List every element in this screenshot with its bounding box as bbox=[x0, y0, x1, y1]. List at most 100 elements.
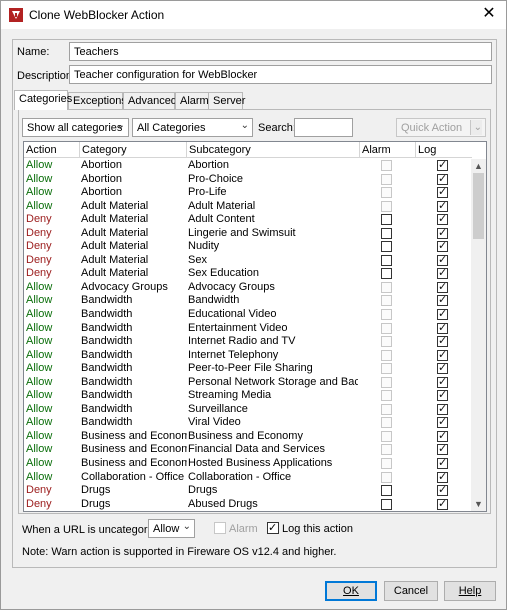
row-log-checkbox[interactable]: ✓ bbox=[437, 416, 448, 429]
row-log-checkbox[interactable]: ✓ bbox=[437, 213, 448, 226]
table-row[interactable]: Allow Bandwidth Internet Telephony ✓ bbox=[24, 349, 472, 363]
row-log-checkbox[interactable]: ✓ bbox=[437, 186, 448, 199]
column-header-action[interactable]: Action bbox=[24, 142, 80, 158]
cancel-button[interactable]: Cancel bbox=[384, 581, 438, 601]
tab-advanced[interactable]: Advanced bbox=[123, 92, 177, 109]
tab-server[interactable]: Server bbox=[208, 92, 245, 109]
table-row[interactable]: Allow Bandwidth Entertainment Video ✓ bbox=[24, 322, 472, 336]
table-row[interactable]: Allow Business and Economy Business and Ec… bbox=[24, 430, 472, 444]
row-log-checkbox[interactable]: ✓ bbox=[437, 484, 448, 497]
row-action[interactable]: Allow bbox=[26, 416, 81, 430]
name-field[interactable]: Teachers bbox=[69, 42, 492, 61]
row-log-checkbox[interactable]: ✓ bbox=[437, 389, 448, 402]
table-row[interactable]: Allow Business and Economy Financial Data … bbox=[24, 443, 472, 457]
row-action[interactable]: Allow bbox=[26, 173, 81, 187]
row-log-checkbox[interactable]: ✓ bbox=[437, 403, 448, 415]
row-action[interactable]: Deny bbox=[26, 227, 81, 241]
table-row[interactable]: Allow Abortion Abortion ✓ bbox=[24, 159, 472, 173]
row-log-checkbox[interactable]: ✓ bbox=[437, 471, 448, 483]
row-action[interactable]: Allow bbox=[26, 430, 81, 444]
row-action[interactable]: Deny bbox=[26, 498, 81, 511]
row-action[interactable]: Deny bbox=[26, 213, 81, 227]
table-row[interactable]: Allow Bandwidth Educational Video ✓ bbox=[24, 308, 472, 322]
row-log-checkbox[interactable]: ✓ bbox=[437, 200, 448, 212]
row-action[interactable]: Allow bbox=[26, 457, 81, 471]
scrollbar-thumb[interactable] bbox=[473, 173, 484, 239]
row-log-checkbox[interactable]: ✓ bbox=[437, 322, 448, 334]
search-input[interactable] bbox=[294, 118, 353, 137]
table-row[interactable]: Allow Bandwidth Bandwidth ✓ bbox=[24, 294, 472, 308]
row-action[interactable]: Allow bbox=[26, 200, 81, 214]
table-row[interactable]: Allow Business and Economy Hosted Business… bbox=[24, 457, 472, 471]
table-row[interactable]: Allow Bandwidth Peer-to-Peer File Sharing ✓ bbox=[24, 362, 472, 376]
column-header-subcategory[interactable]: Subcategory bbox=[187, 142, 360, 158]
ok-button[interactable]: OK bbox=[325, 581, 377, 601]
show-categories-dropdown[interactable]: Show all categories ⌄ bbox=[22, 118, 129, 137]
row-action[interactable]: Allow bbox=[26, 471, 81, 485]
table-row[interactable]: Deny Adult Material Sex Education ✓ bbox=[24, 267, 472, 281]
help-button[interactable]: Help bbox=[444, 581, 496, 601]
table-row[interactable]: Deny Adult Material Sex ✓ bbox=[24, 254, 472, 268]
row-log-checkbox[interactable]: ✓ bbox=[437, 227, 448, 239]
row-alarm-checkbox[interactable] bbox=[381, 498, 392, 510]
table-row[interactable]: Allow Bandwidth Personal Network Storage a… bbox=[24, 376, 472, 390]
table-row[interactable]: Allow Bandwidth Internet Radio and TV ✓ bbox=[24, 335, 472, 349]
row-alarm-checkbox[interactable] bbox=[381, 485, 392, 497]
table-row[interactable]: Allow Advocacy Groups Advocacy Groups ✓ bbox=[24, 281, 472, 295]
row-action[interactable]: Allow bbox=[26, 294, 81, 308]
row-action[interactable]: Allow bbox=[26, 349, 81, 363]
column-header-category[interactable]: Category bbox=[80, 142, 187, 158]
scroll-up-icon[interactable]: ▲ bbox=[471, 159, 486, 173]
row-action[interactable]: Allow bbox=[26, 281, 81, 295]
log-this-action-checkbox[interactable]: ✓ bbox=[267, 522, 279, 534]
table-row[interactable]: Allow Bandwidth Streaming Media ✓ bbox=[24, 389, 472, 403]
category-filter-dropdown[interactable]: All Categories ⌄ bbox=[132, 118, 253, 137]
row-action[interactable]: Deny bbox=[26, 240, 81, 254]
tab-exceptions[interactable]: Exceptions bbox=[68, 92, 127, 109]
row-action[interactable]: Allow bbox=[26, 376, 81, 390]
table-row[interactable]: Allow Abortion Pro-Choice ✓ bbox=[24, 173, 472, 187]
column-header-alarm[interactable]: Alarm bbox=[360, 142, 416, 158]
table-row[interactable]: Deny Adult Material Adult Content ✓ bbox=[24, 213, 472, 227]
row-log-checkbox[interactable]: ✓ bbox=[437, 173, 448, 185]
table-row[interactable]: Deny Adult Material Nudity ✓ bbox=[24, 240, 472, 254]
row-action[interactable]: Allow bbox=[26, 186, 81, 200]
row-log-checkbox[interactable]: ✓ bbox=[437, 308, 448, 321]
table-row[interactable]: Allow Adult Material Adult Material ✓ bbox=[24, 200, 472, 214]
scroll-down-icon[interactable]: ▼ bbox=[471, 497, 486, 511]
row-log-checkbox[interactable]: ✓ bbox=[437, 430, 448, 442]
table-row[interactable]: Deny Drugs Abused Drugs ✓ bbox=[24, 498, 472, 511]
uncategorized-action-dropdown[interactable]: Allow ⌄ bbox=[148, 519, 195, 538]
tab-alarm[interactable]: Alarm bbox=[175, 92, 209, 109]
row-log-checkbox[interactable]: ✓ bbox=[437, 376, 448, 388]
table-row[interactable]: Allow Bandwidth Viral Video ✓ bbox=[24, 416, 472, 430]
row-log-checkbox[interactable]: ✓ bbox=[437, 335, 448, 348]
tab-categories[interactable]: Categories bbox=[14, 90, 72, 110]
row-action[interactable]: Allow bbox=[26, 308, 81, 322]
table-row[interactable]: Allow Collaboration - Office Collaboration… bbox=[24, 471, 472, 485]
description-field[interactable]: Teacher configuration for WebBlocker bbox=[69, 65, 492, 84]
row-action[interactable]: Allow bbox=[26, 389, 81, 403]
table-row[interactable]: Allow Bandwidth Surveillance ✓ bbox=[24, 403, 472, 417]
row-alarm-checkbox[interactable] bbox=[381, 254, 392, 266]
vertical-scrollbar[interactable]: ▲ ▼ bbox=[471, 159, 486, 511]
row-log-checkbox[interactable]: ✓ bbox=[437, 281, 448, 293]
row-alarm-checkbox[interactable] bbox=[381, 214, 392, 226]
row-alarm-checkbox[interactable] bbox=[381, 227, 392, 239]
row-action[interactable]: Allow bbox=[26, 443, 81, 457]
table-row[interactable]: Allow Abortion Pro-Life ✓ bbox=[24, 186, 472, 200]
row-action[interactable]: Deny bbox=[26, 254, 81, 268]
row-log-checkbox[interactable]: ✓ bbox=[437, 159, 448, 171]
table-row[interactable]: Deny Drugs Drugs ✓ bbox=[24, 484, 472, 498]
row-log-checkbox[interactable]: ✓ bbox=[437, 267, 448, 280]
row-log-checkbox[interactable]: ✓ bbox=[437, 349, 448, 361]
column-header-log[interactable]: Log bbox=[416, 142, 472, 158]
row-log-checkbox[interactable]: ✓ bbox=[437, 457, 448, 470]
row-log-checkbox[interactable]: ✓ bbox=[437, 443, 448, 456]
row-log-checkbox[interactable]: ✓ bbox=[437, 240, 448, 253]
row-log-checkbox[interactable]: ✓ bbox=[437, 254, 448, 266]
row-action[interactable]: Allow bbox=[26, 322, 81, 336]
row-alarm-checkbox[interactable] bbox=[381, 268, 392, 280]
row-log-checkbox[interactable]: ✓ bbox=[437, 294, 448, 307]
row-action[interactable]: Allow bbox=[26, 159, 81, 173]
